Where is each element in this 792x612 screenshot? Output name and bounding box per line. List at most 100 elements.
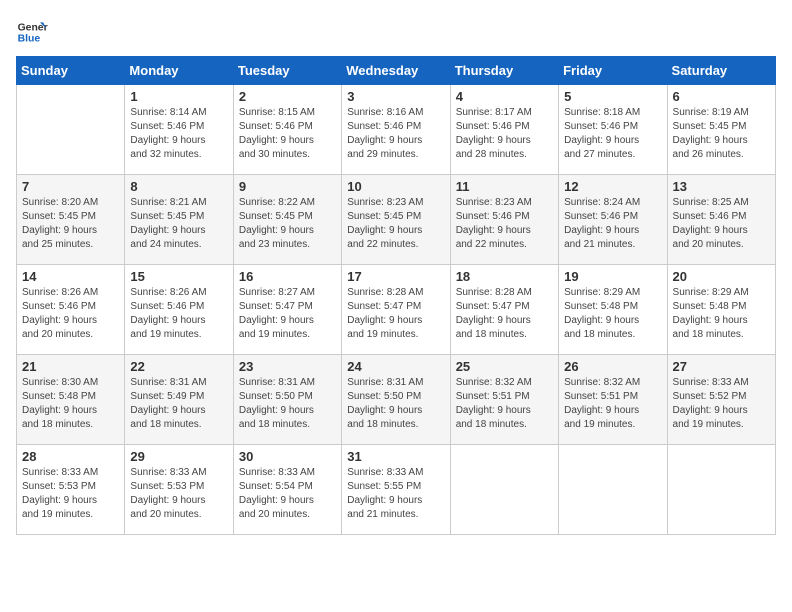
calendar-cell [17,85,125,175]
day-info: Sunrise: 8:30 AM Sunset: 5:48 PM Dayligh… [22,376,119,432]
calendar-cell: 27 Sunrise: 8:33 AM Sunset: 5:52 PM Dayli… [667,355,775,445]
day-number: 21 [22,359,119,374]
day-info: Sunrise: 8:31 AM Sunset: 5:50 PM Dayligh… [347,376,444,432]
day-number: 20 [673,269,770,284]
calendar-cell [450,445,558,535]
day-info: Sunrise: 8:29 AM Sunset: 5:48 PM Dayligh… [564,286,661,342]
day-number: 27 [673,359,770,374]
day-info: Sunrise: 8:16 AM Sunset: 5:46 PM Dayligh… [347,106,444,162]
day-info: Sunrise: 8:31 AM Sunset: 5:50 PM Dayligh… [239,376,336,432]
day-number: 8 [130,179,227,194]
day-info: Sunrise: 8:31 AM Sunset: 5:49 PM Dayligh… [130,376,227,432]
calendar-cell: 1 Sunrise: 8:14 AM Sunset: 5:46 PM Daylig… [125,85,233,175]
day-number: 24 [347,359,444,374]
calendar-cell: 22Sunrise: 8:31 AM Sunset: 5:49 PM Dayli… [125,355,233,445]
day-number: 31 [347,449,444,464]
calendar-cell: 12 Sunrise: 8:24 AM Sunset: 5:46 PM Dayli… [559,175,667,265]
svg-text:Blue: Blue [18,34,41,45]
day-info: Sunrise: 8:25 AM Sunset: 5:46 PM Dayligh… [673,196,770,252]
calendar-cell: 28Sunrise: 8:33 AM Sunset: 5:53 PM Dayli… [17,445,125,535]
day-number: 5 [564,89,661,104]
day-info: Sunrise: 8:18 AM Sunset: 5:46 PM Dayligh… [564,106,661,162]
day-number: 17 [347,269,444,284]
column-header-saturday: Saturday [667,57,775,85]
calendar-cell: 21 Sunrise: 8:30 AM Sunset: 5:48 PM Dayli… [17,355,125,445]
calendar-cell [667,445,775,535]
day-info: Sunrise: 8:21 AM Sunset: 5:45 PM Dayligh… [130,196,227,252]
calendar-table: SundayMondayTuesdayWednesdayThursdayFrid… [16,56,776,535]
calendar-cell: 2 Sunrise: 8:15 AM Sunset: 5:46 PM Daylig… [233,85,341,175]
day-number: 16 [239,269,336,284]
day-number: 29 [130,449,227,464]
day-number: 14 [22,269,119,284]
day-info: Sunrise: 8:17 AM Sunset: 5:46 PM Dayligh… [456,106,553,162]
day-number: 2 [239,89,336,104]
calendar-cell: 19Sunrise: 8:29 AM Sunset: 5:48 PM Dayli… [559,265,667,355]
day-number: 10 [347,179,444,194]
day-number: 13 [673,179,770,194]
day-number: 23 [239,359,336,374]
calendar-cell: 26Sunrise: 8:32 AM Sunset: 5:51 PM Dayli… [559,355,667,445]
logo-icon: General Blue [16,16,48,48]
day-info: Sunrise: 8:26 AM Sunset: 5:46 PM Dayligh… [22,286,119,342]
day-info: Sunrise: 8:32 AM Sunset: 5:51 PM Dayligh… [456,376,553,432]
day-info: Sunrise: 8:23 AM Sunset: 5:46 PM Dayligh… [456,196,553,252]
calendar-week-4: 21 Sunrise: 8:30 AM Sunset: 5:48 PM Dayli… [17,355,776,445]
calendar-week-5: 28Sunrise: 8:33 AM Sunset: 5:53 PM Dayli… [17,445,776,535]
day-info: Sunrise: 8:33 AM Sunset: 5:53 PM Dayligh… [130,466,227,522]
day-info: Sunrise: 8:33 AM Sunset: 5:55 PM Dayligh… [347,466,444,522]
day-number: 7 [22,179,119,194]
calendar-week-3: 14 Sunrise: 8:26 AM Sunset: 5:46 PM Dayli… [17,265,776,355]
day-info: Sunrise: 8:29 AM Sunset: 5:48 PM Dayligh… [673,286,770,342]
column-header-sunday: Sunday [17,57,125,85]
page-header: General Blue [16,16,776,48]
day-info: Sunrise: 8:32 AM Sunset: 5:51 PM Dayligh… [564,376,661,432]
calendar-cell: 30Sunrise: 8:33 AM Sunset: 5:54 PM Dayli… [233,445,341,535]
calendar-cell: 31 Sunrise: 8:33 AM Sunset: 5:55 PM Dayli… [342,445,450,535]
calendar-week-1: 1 Sunrise: 8:14 AM Sunset: 5:46 PM Daylig… [17,85,776,175]
calendar-header-row: SundayMondayTuesdayWednesdayThursdayFrid… [17,57,776,85]
calendar-cell: 24 Sunrise: 8:31 AM Sunset: 5:50 PM Dayli… [342,355,450,445]
calendar-cell: 13 Sunrise: 8:25 AM Sunset: 5:46 PM Dayli… [667,175,775,265]
calendar-cell: 9Sunrise: 8:22 AM Sunset: 5:45 PM Daylig… [233,175,341,265]
calendar-cell: 16 Sunrise: 8:27 AM Sunset: 5:47 PM Dayli… [233,265,341,355]
column-header-thursday: Thursday [450,57,558,85]
calendar-cell [559,445,667,535]
day-info: Sunrise: 8:14 AM Sunset: 5:46 PM Dayligh… [130,106,227,162]
day-info: Sunrise: 8:20 AM Sunset: 5:45 PM Dayligh… [22,196,119,252]
day-info: Sunrise: 8:19 AM Sunset: 5:45 PM Dayligh… [673,106,770,162]
column-header-friday: Friday [559,57,667,85]
day-info: Sunrise: 8:15 AM Sunset: 5:46 PM Dayligh… [239,106,336,162]
day-info: Sunrise: 8:28 AM Sunset: 5:47 PM Dayligh… [456,286,553,342]
day-number: 3 [347,89,444,104]
calendar-cell: 18 Sunrise: 8:28 AM Sunset: 5:47 PM Dayli… [450,265,558,355]
calendar-cell: 25 Sunrise: 8:32 AM Sunset: 5:51 PM Dayli… [450,355,558,445]
day-info: Sunrise: 8:26 AM Sunset: 5:46 PM Dayligh… [130,286,227,342]
calendar-cell: 7 Sunrise: 8:20 AM Sunset: 5:45 PM Daylig… [17,175,125,265]
day-number: 30 [239,449,336,464]
column-header-tuesday: Tuesday [233,57,341,85]
logo: General Blue [16,16,52,48]
day-number: 25 [456,359,553,374]
calendar-cell: 8 Sunrise: 8:21 AM Sunset: 5:45 PM Daylig… [125,175,233,265]
day-number: 12 [564,179,661,194]
day-info: Sunrise: 8:27 AM Sunset: 5:47 PM Dayligh… [239,286,336,342]
calendar-cell: 23 Sunrise: 8:31 AM Sunset: 5:50 PM Dayli… [233,355,341,445]
day-number: 9 [239,179,336,194]
day-number: 18 [456,269,553,284]
calendar-cell: 6 Sunrise: 8:19 AM Sunset: 5:45 PM Daylig… [667,85,775,175]
day-info: Sunrise: 8:33 AM Sunset: 5:52 PM Dayligh… [673,376,770,432]
day-info: Sunrise: 8:33 AM Sunset: 5:53 PM Dayligh… [22,466,119,522]
day-number: 1 [130,89,227,104]
day-info: Sunrise: 8:23 AM Sunset: 5:45 PM Dayligh… [347,196,444,252]
calendar-cell: 5 Sunrise: 8:18 AM Sunset: 5:46 PM Daylig… [559,85,667,175]
day-number: 15 [130,269,227,284]
column-header-wednesday: Wednesday [342,57,450,85]
column-header-monday: Monday [125,57,233,85]
day-info: Sunrise: 8:28 AM Sunset: 5:47 PM Dayligh… [347,286,444,342]
day-info: Sunrise: 8:24 AM Sunset: 5:46 PM Dayligh… [564,196,661,252]
day-number: 4 [456,89,553,104]
calendar-week-2: 7 Sunrise: 8:20 AM Sunset: 5:45 PM Daylig… [17,175,776,265]
calendar-cell: 11Sunrise: 8:23 AM Sunset: 5:46 PM Dayli… [450,175,558,265]
day-number: 6 [673,89,770,104]
